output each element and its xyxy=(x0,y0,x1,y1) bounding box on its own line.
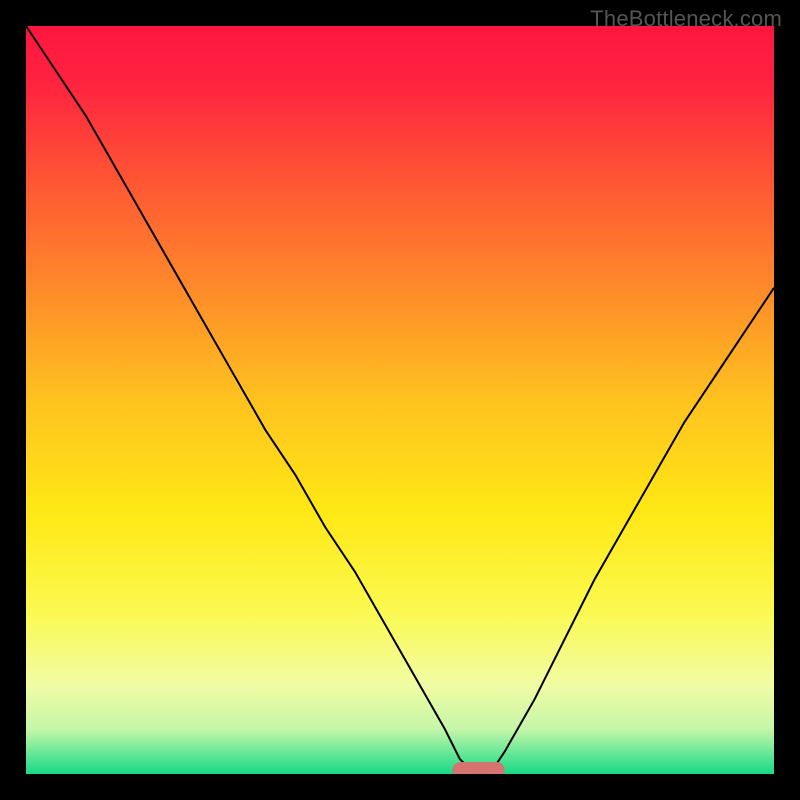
bottleneck-chart xyxy=(26,26,774,774)
optimal-range-marker xyxy=(452,762,504,774)
chart-background xyxy=(26,26,774,774)
chart-frame: TheBottleneck.com xyxy=(0,0,800,800)
